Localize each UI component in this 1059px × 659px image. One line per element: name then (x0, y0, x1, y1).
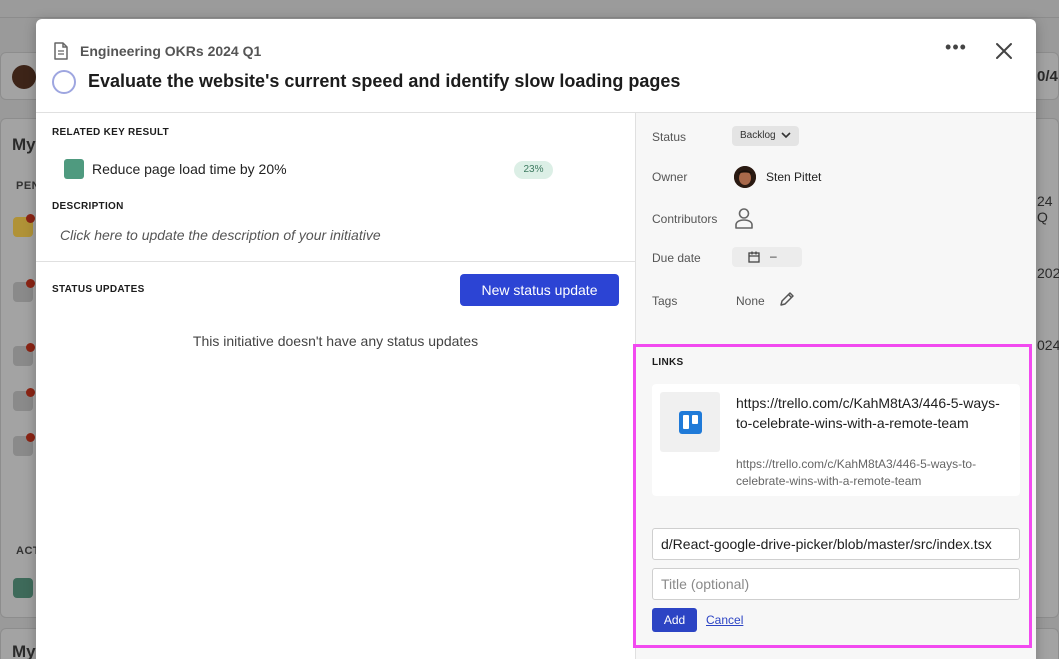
bg-row-dot (26, 388, 35, 397)
breadcrumb[interactable]: Engineering OKRs 2024 Q1 (80, 43, 261, 59)
bg-row-dot (26, 279, 35, 288)
key-result-color-icon (64, 159, 84, 179)
add-link-button[interactable]: Add (652, 608, 697, 632)
owner-avatar[interactable] (734, 166, 756, 188)
bg-card-1-text: 0/4 (1037, 68, 1058, 85)
due-date-value: – (770, 249, 777, 263)
link-url: https://trello.com/c/KahM8tA3/446-5-ways… (736, 457, 977, 488)
owner-label: Owner (652, 170, 688, 184)
link-title-input[interactable] (652, 568, 1020, 600)
add-contributor-icon[interactable] (734, 207, 754, 229)
calendar-icon (748, 251, 760, 263)
properties-panel: Status Backlog Owner Sten Pittet Contrib… (633, 113, 1036, 659)
bg-row-dot (26, 214, 35, 223)
bg-side-text-3: 024 (1037, 337, 1059, 353)
empty-status-text: This initiative doesn't have any status … (192, 333, 479, 349)
link-thumbnail (660, 392, 720, 452)
due-date-label: Due date (652, 251, 701, 265)
bg-row-dot (26, 433, 35, 442)
bg-card-2-title: My (12, 135, 36, 154)
pencil-icon[interactable] (779, 291, 795, 307)
due-date-picker[interactable]: – (732, 247, 802, 267)
link-title[interactable]: https://trello.com/c/KahM8tA3/446-5-ways… (736, 393, 1016, 433)
avatar-face-icon (734, 166, 756, 188)
main-panel: RELATED KEY RESULT Reduce page load time… (36, 113, 635, 659)
trello-icon (679, 411, 702, 434)
cancel-link[interactable]: Cancel (706, 613, 743, 627)
bg-row-dot (26, 343, 35, 352)
bg-side-text-1: 24 Q (1037, 193, 1053, 225)
close-icon[interactable] (992, 39, 1016, 63)
status-dropdown[interactable]: Backlog (732, 126, 800, 146)
new-status-update-button[interactable]: New status update (460, 274, 619, 306)
bg-row-square (13, 578, 33, 598)
document-icon (54, 42, 68, 60)
tags-value: None (736, 294, 765, 308)
contributors-label: Contributors (652, 212, 718, 226)
related-key-result-label: RELATED KEY RESULT (52, 127, 170, 138)
owner-name[interactable]: Sten Pittet (766, 170, 821, 184)
status-updates-label: STATUS UPDATES (52, 284, 145, 295)
initiative-modal: Engineering OKRs 2024 Q1 Evaluate the we… (36, 19, 1036, 659)
description-field[interactable]: Click here to update the description of … (60, 227, 381, 243)
more-options-button[interactable]: ••• (942, 38, 970, 60)
tags-label: Tags (652, 294, 678, 308)
modal-header: Engineering OKRs 2024 Q1 Evaluate the we… (36, 19, 1036, 113)
divider (36, 261, 635, 262)
status-label: Status (652, 130, 687, 144)
status-value: Backlog (740, 130, 776, 141)
link-card[interactable]: https://trello.com/c/KahM8tA3/446-5-ways… (652, 384, 1020, 496)
chevron-down-icon (781, 132, 791, 139)
page-title[interactable]: Evaluate the website's current speed and… (88, 71, 680, 92)
progress-badge: 23% (514, 161, 553, 179)
complete-toggle[interactable] (52, 70, 76, 94)
bg-topbar (0, 0, 1059, 18)
bg-avatar (12, 65, 36, 89)
bg-side-text-2: 202 (1037, 265, 1059, 281)
links-section: LINKS https://trello.com/c/KahM8tA3/446-… (633, 344, 1032, 648)
links-label: LINKS (652, 357, 684, 368)
bg-card-3-title: My (12, 642, 36, 659)
description-label: DESCRIPTION (52, 201, 124, 212)
key-result-link[interactable]: Reduce page load time by 20% (92, 161, 287, 177)
link-url-input[interactable] (652, 528, 1020, 560)
